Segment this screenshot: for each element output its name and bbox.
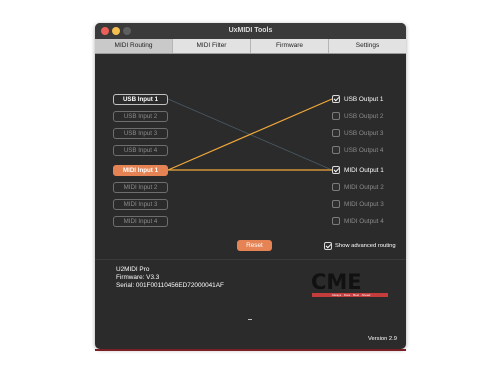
output-usb-2-label: USB Output 2 [344, 112, 384, 120]
output-usb-4-checkbox[interactable] [332, 146, 340, 154]
output-midi-2-checkbox[interactable] [332, 183, 340, 191]
input-midi-3-button[interactable]: MIDI Input 3 [113, 199, 168, 210]
logo-text: CME [311, 270, 362, 294]
output-midi-4-row[interactable]: MIDI Output 4 [332, 216, 384, 226]
input-usb-4-button[interactable]: USB Input 4 [113, 145, 168, 156]
serial-number: Serial: 001F00110456ED72000041AF [116, 282, 224, 289]
output-midi-3-row[interactable]: MIDI Output 3 [332, 199, 384, 209]
output-midi-1-label: MIDI Output 1 [344, 166, 384, 174]
tab-bar: MIDI Routing MIDI Filter Firmware Settin… [95, 39, 406, 54]
logo-tagline: Always · Dare · Best · Ahead [331, 293, 371, 297]
output-usb-2-checkbox[interactable] [332, 112, 340, 120]
close-window-button[interactable] [101, 27, 109, 35]
output-usb-3-checkbox[interactable] [332, 129, 340, 137]
window-title: UxMIDI Tools [228, 27, 273, 34]
reset-button[interactable]: Reset [237, 240, 272, 251]
tab-midi-filter[interactable]: MIDI Filter [173, 39, 251, 53]
device-name: U2MIDI Pro [116, 266, 150, 273]
advanced-routing-toggle[interactable]: Show advanced routing [324, 241, 396, 250]
tab-midi-routing[interactable]: MIDI Routing [95, 39, 173, 53]
device-info: U2MIDI Pro Firmware: V3.3 Serial: 001F00… [116, 266, 224, 290]
output-midi-4-checkbox[interactable] [332, 217, 340, 225]
title-bar: UxMIDI Tools [95, 23, 406, 39]
routing-lines [167, 98, 333, 171]
output-midi-1-row[interactable]: MIDI Output 1 [332, 165, 384, 175]
output-usb-3-label: USB Output 3 [344, 129, 384, 137]
cme-logo: CME Always · Dare · Best · Ahead [311, 272, 388, 300]
advanced-routing-label: Show advanced routing [335, 242, 396, 249]
output-usb-4-row[interactable]: USB Output 4 [332, 145, 383, 155]
input-usb-2-button[interactable]: USB Input 2 [113, 111, 168, 122]
app-version: Version 2.9 [367, 336, 397, 342]
window-bottom-edge [95, 349, 406, 351]
output-usb-1-row[interactable]: USB Output 1 [332, 94, 383, 104]
divider [95, 259, 406, 260]
output-midi-2-row[interactable]: MIDI Output 2 [332, 182, 384, 192]
output-midi-2-label: MIDI Output 2 [344, 183, 384, 191]
output-midi-4-label: MIDI Output 4 [344, 217, 384, 225]
zoom-window-button[interactable] [123, 27, 131, 35]
output-usb-4-label: USB Output 4 [344, 146, 384, 154]
output-midi-3-checkbox[interactable] [332, 200, 340, 208]
output-usb-1-checkbox[interactable] [332, 95, 340, 103]
input-midi-2-button[interactable]: MIDI Input 2 [113, 182, 168, 193]
input-usb-1-button[interactable]: USB Input 1 [113, 94, 168, 105]
status-dash [248, 319, 252, 320]
output-usb-2-row[interactable]: USB Output 2 [332, 111, 383, 121]
app-window: UxMIDI Tools MIDI Routing MIDI Filter Fi… [95, 23, 406, 349]
input-usb-3-button[interactable]: USB Input 3 [113, 128, 168, 139]
advanced-routing-checkbox[interactable] [324, 241, 332, 250]
routing-panel: USB Input 1 USB Input 2 USB Input 3 USB … [95, 54, 406, 263]
input-midi-4-button[interactable]: MIDI Input 4 [113, 216, 168, 227]
input-midi-1-button[interactable]: MIDI Input 1 [113, 165, 168, 176]
output-midi-3-label: MIDI Output 3 [344, 200, 384, 208]
output-usb-3-row[interactable]: USB Output 3 [332, 128, 383, 138]
tab-settings[interactable]: Settings [329, 39, 406, 53]
firmware-version: Firmware: V3.3 [116, 274, 160, 281]
output-midi-1-checkbox[interactable] [332, 166, 340, 174]
minimize-window-button[interactable] [112, 27, 120, 35]
tab-firmware[interactable]: Firmware [251, 39, 329, 53]
output-usb-1-label: USB Output 1 [344, 95, 384, 103]
